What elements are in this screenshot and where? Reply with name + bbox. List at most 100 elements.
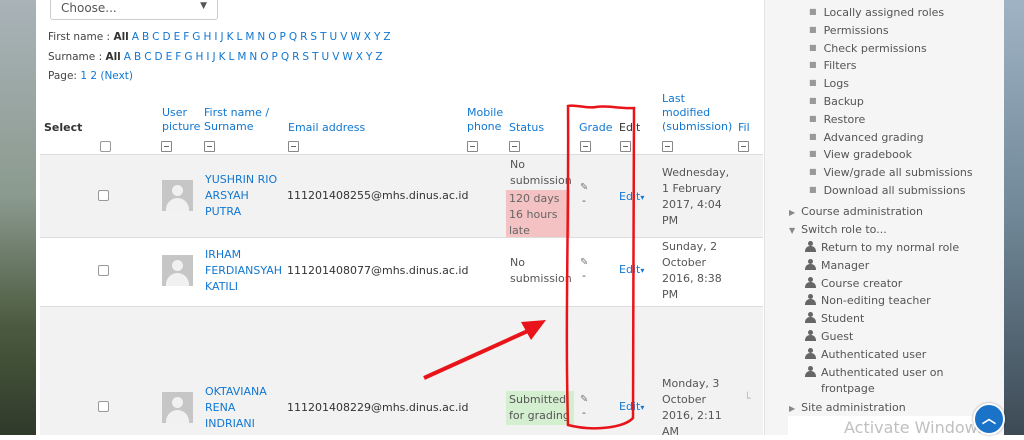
firstname-all[interactable]: All xyxy=(113,31,128,43)
surname-letter-p[interactable]: P xyxy=(272,51,278,63)
firstname-letter-q[interactable]: Q xyxy=(289,31,297,43)
surname-letter-a[interactable]: A xyxy=(124,51,131,63)
firstname-letter-l[interactable]: L xyxy=(236,31,242,43)
header-status[interactable]: Status xyxy=(509,121,544,135)
surname-letter-g[interactable]: G xyxy=(184,51,192,63)
switch-role-item[interactable]: Manager xyxy=(805,258,869,272)
firstname-letter-y[interactable]: Y xyxy=(374,31,380,43)
firstname-letter-o[interactable]: O xyxy=(268,31,276,43)
user-avatar[interactable] xyxy=(162,392,193,423)
sidebar-link-item[interactable]: ■ View gradebook xyxy=(809,148,912,161)
firstname-letter-h[interactable]: H xyxy=(203,31,211,43)
firstname-letter-i[interactable]: I xyxy=(214,31,217,43)
next-page-link[interactable]: (Next) xyxy=(100,70,133,82)
firstname-letter-n[interactable]: N xyxy=(257,31,265,43)
header-file[interactable]: Fil xyxy=(738,121,750,135)
firstname-letter-e[interactable]: E xyxy=(174,31,181,43)
header-email[interactable]: Email address xyxy=(288,121,365,135)
firstname-letter-p[interactable]: P xyxy=(280,31,286,43)
row-select-checkbox[interactable] xyxy=(98,401,109,412)
collapse-column-icon[interactable] xyxy=(467,141,478,152)
surname-letter-m[interactable]: M xyxy=(237,51,246,63)
firstname-letter-m[interactable]: M xyxy=(245,31,254,43)
surname-letter-n[interactable]: N xyxy=(249,51,257,63)
sidebar-link-item[interactable]: ■ Check permissions xyxy=(809,42,927,55)
firstname-letter-k[interactable]: K xyxy=(227,31,234,43)
sidebar-link-item[interactable]: ■ Advanced grading xyxy=(809,131,924,144)
user-name-link[interactable]: IRHAM FERDIANSYAH KATILI xyxy=(205,247,282,295)
sidebar-link-item[interactable]: ■ Restore xyxy=(809,113,865,126)
surname-letter-r[interactable]: R xyxy=(292,51,299,63)
header-mobile[interactable]: Mobile phone xyxy=(467,106,503,134)
page-links[interactable]: 1 2 xyxy=(80,70,97,82)
surname-letter-x[interactable]: X xyxy=(356,51,363,63)
firstname-letter-r[interactable]: R xyxy=(300,31,307,43)
row-select-checkbox[interactable] xyxy=(98,265,109,276)
switch-role-item[interactable]: Non-editing teacher xyxy=(805,294,931,307)
sidebar-link-item[interactable]: ■ Logs xyxy=(809,77,849,90)
surname-letter-w[interactable]: W xyxy=(342,51,352,63)
header-grade[interactable]: Grade xyxy=(579,121,613,135)
firstname-letter-f[interactable]: F xyxy=(183,31,189,43)
surname-letter-l[interactable]: L xyxy=(228,51,234,63)
surname-letter-c[interactable]: C xyxy=(144,51,151,63)
user-name-link[interactable]: YUSHRIN RIO ARSYAH PUTRA xyxy=(205,172,277,220)
firstname-letter-a[interactable]: A xyxy=(132,31,139,43)
scroll-to-top-button[interactable]: ︿ xyxy=(973,403,1005,435)
firstname-letter-x[interactable]: X xyxy=(364,31,371,43)
switch-role-item[interactable]: Return to my normal role xyxy=(805,241,959,254)
collapse-column-icon[interactable] xyxy=(161,141,172,152)
surname-letter-h[interactable]: H xyxy=(195,51,203,63)
surname-letter-t[interactable]: T xyxy=(312,51,318,63)
filter-select[interactable]: Choose... ▼ xyxy=(50,0,218,20)
switch-role-item[interactable]: Course creator xyxy=(805,276,902,290)
user-name-link[interactable]: OKTAVIANA RENA INDRIANI xyxy=(205,384,267,432)
user-avatar[interactable] xyxy=(162,255,193,286)
user-avatar[interactable] xyxy=(162,180,193,211)
edit-menu[interactable]: Edit▾ xyxy=(619,190,644,203)
firstname-letter-s[interactable]: S xyxy=(310,31,317,43)
surname-letter-i[interactable]: I xyxy=(206,51,209,63)
sidebar-link-item[interactable]: ■ Locally assigned roles xyxy=(809,6,944,19)
switch-role-item[interactable]: Student xyxy=(805,312,864,325)
surname-letter-e[interactable]: E xyxy=(166,51,173,63)
sidebar-link-item[interactable]: ■ View/grade all submissions xyxy=(809,166,973,179)
row-select-checkbox[interactable] xyxy=(98,190,109,201)
switch-role-item[interactable]: Guest xyxy=(805,330,853,343)
grade-edit-icon[interactable]: ✎ xyxy=(580,182,588,193)
surname-letter-y[interactable]: Y xyxy=(366,51,372,63)
grade-edit-icon[interactable]: ✎ xyxy=(580,257,588,268)
surname-letter-b[interactable]: B xyxy=(134,51,141,63)
edit-menu[interactable]: Edit▾ xyxy=(619,400,644,413)
collapse-column-icon[interactable] xyxy=(620,141,631,152)
firstname-letter-w[interactable]: W xyxy=(350,31,360,43)
select-all-checkbox[interactable] xyxy=(100,141,111,152)
surname-letter-f[interactable]: F xyxy=(175,51,181,63)
site-administration-node[interactable]: ▶ Site administration xyxy=(789,401,906,414)
course-administration-node[interactable]: ▶ Course administration xyxy=(789,205,923,218)
sidebar-link-item[interactable]: ■ Download all submissions xyxy=(809,184,966,197)
surname-letter-o[interactable]: O xyxy=(260,51,268,63)
firstname-letter-j[interactable]: J xyxy=(220,31,223,43)
surname-letter-j[interactable]: J xyxy=(212,51,215,63)
sidebar-link-item[interactable]: ■ Backup xyxy=(809,95,864,108)
sidebar-link-item[interactable]: ■ Permissions xyxy=(809,24,889,37)
surname-letter-d[interactable]: D xyxy=(155,51,163,63)
sidebar-link-item[interactable]: ■ Filters xyxy=(809,59,857,72)
switch-role-node[interactable]: ▼ Switch role to... xyxy=(789,223,887,236)
surname-letter-k[interactable]: K xyxy=(219,51,226,63)
collapse-column-icon[interactable] xyxy=(288,141,299,152)
role-extra-label[interactable]: frontpage xyxy=(821,382,875,395)
collapse-column-icon[interactable] xyxy=(662,141,673,152)
collapse-column-icon[interactable] xyxy=(580,141,591,152)
firstname-letter-u[interactable]: U xyxy=(330,31,338,43)
switch-role-item[interactable]: Authenticated user xyxy=(805,347,926,361)
header-user-picture[interactable]: User picture xyxy=(162,106,200,134)
surname-letter-u[interactable]: U xyxy=(322,51,330,63)
surname-letter-q[interactable]: Q xyxy=(281,51,289,63)
surname-letter-v[interactable]: V xyxy=(332,51,339,63)
firstname-letter-v[interactable]: V xyxy=(340,31,347,43)
surname-letter-s[interactable]: S xyxy=(302,51,309,63)
collapse-column-icon[interactable] xyxy=(509,141,520,152)
surname-letter-z[interactable]: Z xyxy=(375,51,382,63)
